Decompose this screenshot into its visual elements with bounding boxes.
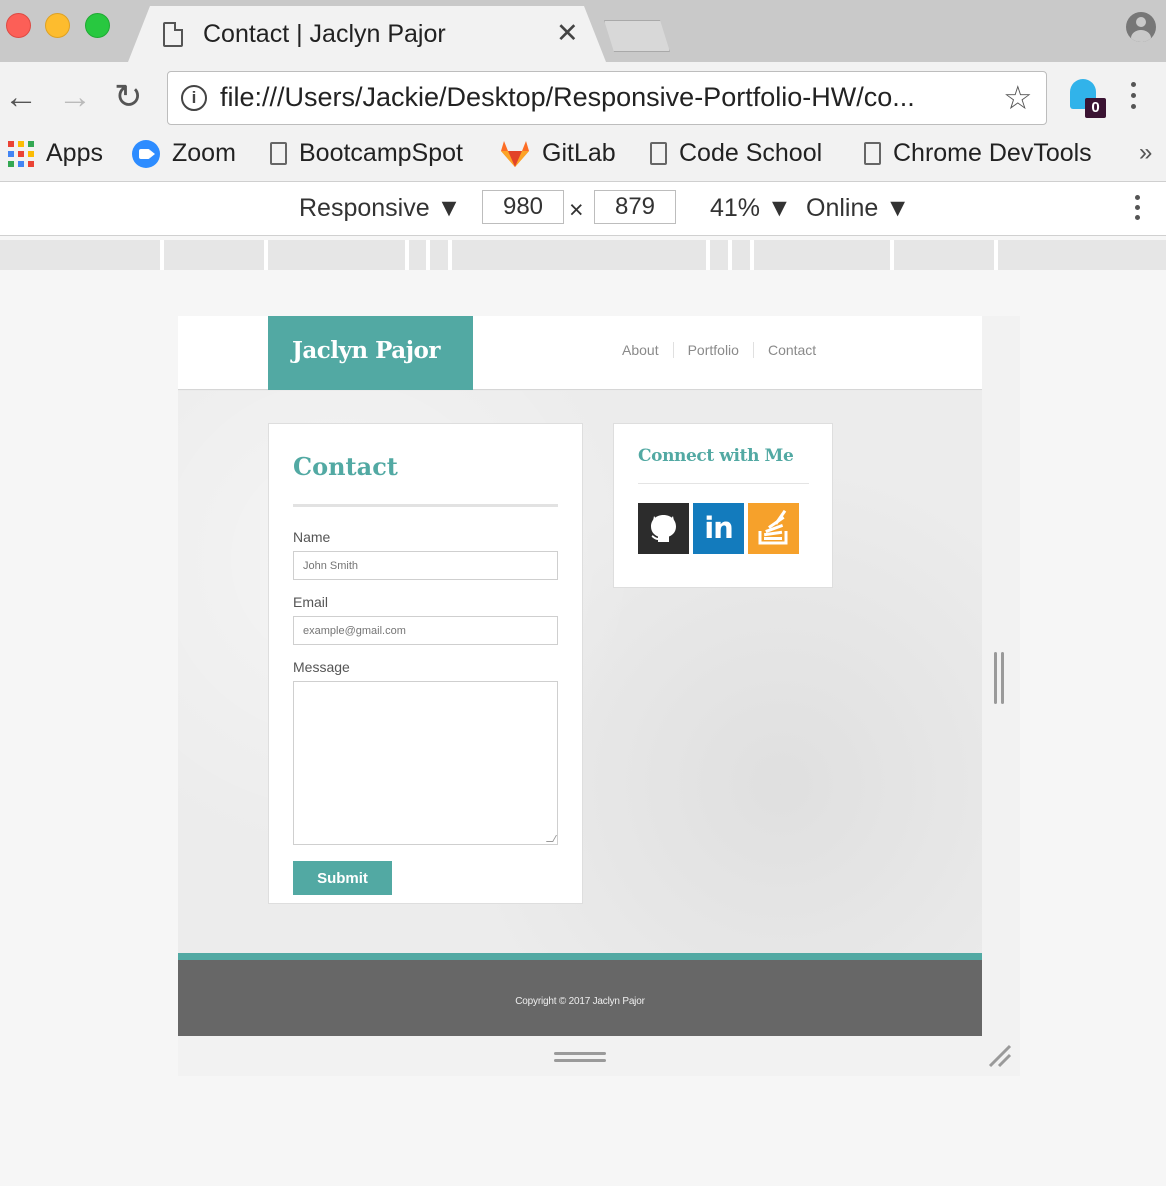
- bookmark-label: GitLab: [542, 139, 616, 167]
- site-brand: Jaclyn Pajor: [292, 337, 440, 364]
- browser-menu-icon[interactable]: [1131, 82, 1137, 115]
- page-icon: [163, 22, 183, 47]
- message-textarea[interactable]: [293, 681, 558, 845]
- copyright-text: Copyright © 2017 Jaclyn Pajor: [515, 996, 645, 1007]
- main-content: Contact Name Email Message Submit Connec…: [178, 391, 982, 953]
- divider: [293, 504, 558, 507]
- bookmarks-overflow-icon[interactable]: »: [1139, 139, 1152, 167]
- stackoverflow-icon[interactable]: [748, 503, 799, 554]
- address-bar[interactable]: i file:///Users/Jackie/Desktop/Responsiv…: [167, 71, 1047, 125]
- browser-toolbar: ← → ↻ i file:///Users/Jackie/Desktop/Res…: [0, 62, 1166, 182]
- nav-contact-link[interactable]: Contact: [752, 342, 830, 358]
- connect-heading: Connect with Me: [638, 446, 794, 466]
- device-select[interactable]: Responsive ▼: [299, 194, 461, 223]
- nav-portfolio-link[interactable]: Portfolio: [672, 342, 753, 358]
- zoom-icon: [132, 139, 160, 168]
- bookmark-label: Code School: [679, 139, 823, 167]
- viewport-width-resize-handle[interactable]: [994, 652, 1006, 704]
- back-arrow-icon[interactable]: ←: [4, 80, 38, 114]
- github-icon[interactable]: [638, 503, 689, 554]
- page-icon: [270, 142, 287, 165]
- page-icon: [864, 142, 881, 165]
- email-input[interactable]: [293, 616, 558, 645]
- site-header: Jaclyn Pajor About Portfolio Contact: [178, 316, 982, 390]
- contact-form-card: Contact Name Email Message Submit: [268, 423, 583, 904]
- site-logo[interactable]: Jaclyn Pajor: [268, 316, 473, 390]
- submit-button[interactable]: Submit: [293, 861, 392, 895]
- bookmark-label: Zoom: [172, 139, 236, 167]
- ghostery-extension-icon[interactable]: 0: [1068, 79, 1108, 119]
- bookmark-apps[interactable]: Apps: [8, 139, 103, 168]
- site-nav: About Portfolio Contact: [610, 342, 830, 358]
- gitlab-icon: [500, 140, 530, 168]
- resize-grip-icon[interactable]: [545, 835, 558, 842]
- email-label: Email: [293, 594, 329, 610]
- device-toolbar: Responsive ▼ 980 × 879 41% ▼ Online ▼: [0, 182, 1166, 236]
- divider: [638, 483, 809, 484]
- connect-card: Connect with Me in: [613, 423, 833, 588]
- browser-tab-strip: Contact | Jaclyn Pajor ✕: [0, 0, 1166, 62]
- dimension-separator: ×: [569, 196, 584, 224]
- linkedin-icon[interactable]: in: [693, 503, 744, 554]
- viewport-height-input[interactable]: 879: [594, 190, 676, 224]
- media-query-ruler[interactable]: [0, 240, 1166, 270]
- contact-heading: Contact: [293, 452, 398, 481]
- bookmark-label: Apps: [46, 139, 103, 167]
- profile-icon[interactable]: [1126, 12, 1156, 42]
- tab-close-icon[interactable]: ✕: [556, 18, 579, 49]
- bookmark-gitlab[interactable]: GitLab: [500, 139, 616, 168]
- emulated-viewport: Jaclyn Pajor About Portfolio Contact Con…: [178, 316, 1020, 1076]
- extension-badge: 0: [1085, 98, 1106, 118]
- bookmark-star-icon[interactable]: ☆: [1003, 78, 1033, 117]
- new-tab-button[interactable]: [604, 20, 670, 52]
- bookmark-label: Chrome DevTools: [893, 139, 1092, 167]
- device-toolbar-menu-icon[interactable]: [1135, 195, 1140, 225]
- viewport-corner-resize-icon[interactable]: [986, 1042, 1014, 1070]
- bookmark-chrome-devtools[interactable]: Chrome DevTools: [864, 139, 1092, 168]
- viewport-height-resize-handle[interactable]: [554, 1052, 606, 1064]
- name-input[interactable]: [293, 551, 558, 580]
- bookmarks-bar: Apps Zoom BootcampSpot GitLab Code Schoo…: [0, 135, 1166, 175]
- bookmark-zoom[interactable]: Zoom: [132, 139, 236, 168]
- close-window-button[interactable]: [6, 13, 31, 38]
- page-icon: [650, 142, 667, 165]
- info-icon[interactable]: i: [181, 85, 207, 111]
- site-footer: Copyright © 2017 Jaclyn Pajor: [178, 960, 982, 1036]
- url-text[interactable]: file:///Users/Jackie/Desktop/Responsive-…: [220, 82, 915, 113]
- bookmark-label: BootcampSpot: [299, 139, 463, 167]
- bookmark-code-school[interactable]: Code School: [650, 139, 822, 168]
- message-label: Message: [293, 659, 350, 675]
- tab-title: Contact | Jaclyn Pajor: [203, 20, 446, 48]
- zoom-select[interactable]: 41% ▼: [710, 194, 792, 223]
- portfolio-page: Jaclyn Pajor About Portfolio Contact Con…: [178, 316, 982, 1036]
- viewport-width-input[interactable]: 980: [482, 190, 564, 224]
- network-throttle-select[interactable]: Online ▼: [806, 194, 910, 223]
- name-label: Name: [293, 529, 331, 545]
- nav-about-link[interactable]: About: [610, 342, 673, 358]
- bookmark-bootcampspot[interactable]: BootcampSpot: [270, 139, 463, 168]
- active-tab[interactable]: Contact | Jaclyn Pajor ✕: [128, 6, 606, 62]
- footer-accent-bar: [178, 953, 982, 960]
- maximize-window-button[interactable]: [85, 13, 110, 38]
- minimize-window-button[interactable]: [45, 13, 70, 38]
- forward-arrow-icon[interactable]: →: [58, 80, 92, 114]
- reload-icon[interactable]: ↻: [114, 80, 143, 114]
- apps-grid-icon: [8, 140, 34, 167]
